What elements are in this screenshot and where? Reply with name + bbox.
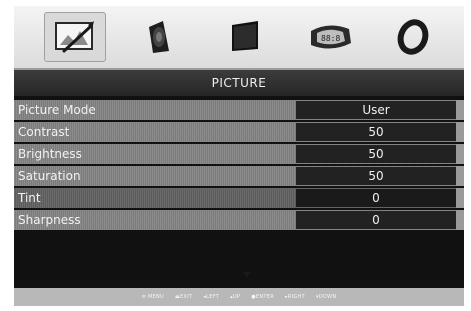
menu-item-value: 50 <box>296 123 456 141</box>
hint-enter: ●ENTER <box>251 294 274 300</box>
row-end-cap <box>456 166 464 186</box>
menu-item-label: Brightness <box>18 147 82 161</box>
hint-down: ▾DOWN <box>315 294 337 300</box>
menu-tab-bar: 88:8 <box>14 6 464 70</box>
hint-right: ▸RIGHT <box>285 294 305 300</box>
menu-item-label: Contrast <box>18 125 70 139</box>
menu-item-value: 0 <box>296 211 456 229</box>
svg-text:88:8: 88:8 <box>321 34 340 43</box>
menu-item-value: 50 <box>296 145 456 163</box>
hint-left: ◂LEFT <box>203 294 220 300</box>
menu-item-label: Picture Mode <box>18 103 96 117</box>
menu-item-brightness[interactable]: Brightness 50 <box>14 144 464 164</box>
menu-item-value: 0 <box>296 189 456 207</box>
menu-item-label: Saturation <box>18 169 81 183</box>
menu-item-list: Picture Mode User Contrast 50 Brightness… <box>14 100 464 232</box>
menu-item-saturation[interactable]: Saturation 50 <box>14 166 464 186</box>
menu-item-contrast[interactable]: Contrast 50 <box>14 122 464 142</box>
picture-settings-icon <box>55 21 94 53</box>
tab-sound[interactable] <box>128 12 190 62</box>
hint-up: ▴UP <box>230 294 241 300</box>
menu-item-tint[interactable]: Tint 0 <box>14 188 464 208</box>
tab-time[interactable]: 88:8 <box>299 12 361 62</box>
scroll-down-arrow-icon[interactable] <box>243 272 251 277</box>
clock-icon: 88:8 <box>311 25 351 49</box>
osd-menu-panel: 88:8 PICTURE Picture Mode User Contrast … <box>14 6 464 306</box>
row-end-cap <box>456 188 464 208</box>
speaker-icon <box>149 21 169 53</box>
menu-item-value: User <box>296 101 456 119</box>
key-hint-bar: ≡ MENU ⏏EXIT ◂LEFT ▴UP ●ENTER ▸RIGHT ▾DO… <box>14 288 464 306</box>
menu-item-label: Tint <box>18 191 41 205</box>
tab-screen[interactable] <box>213 12 275 62</box>
menu-title: PICTURE <box>14 70 464 96</box>
menu-item-sharpness[interactable]: Sharpness 0 <box>14 210 464 230</box>
menu-item-label: Sharpness <box>18 213 81 227</box>
option-ring-icon <box>397 19 429 55</box>
tv-screen-icon <box>232 21 258 51</box>
row-end-cap <box>456 122 464 142</box>
menu-item-picture-mode[interactable]: Picture Mode User <box>14 100 464 120</box>
hint-menu: ≡ MENU <box>141 294 165 300</box>
hint-exit: ⏏EXIT <box>175 294 193 300</box>
tab-picture[interactable] <box>44 12 106 62</box>
tab-option[interactable] <box>382 12 444 62</box>
row-end-cap <box>456 210 464 230</box>
row-end-cap <box>456 100 464 120</box>
menu-item-value: 50 <box>296 167 456 185</box>
row-end-cap <box>456 144 464 164</box>
